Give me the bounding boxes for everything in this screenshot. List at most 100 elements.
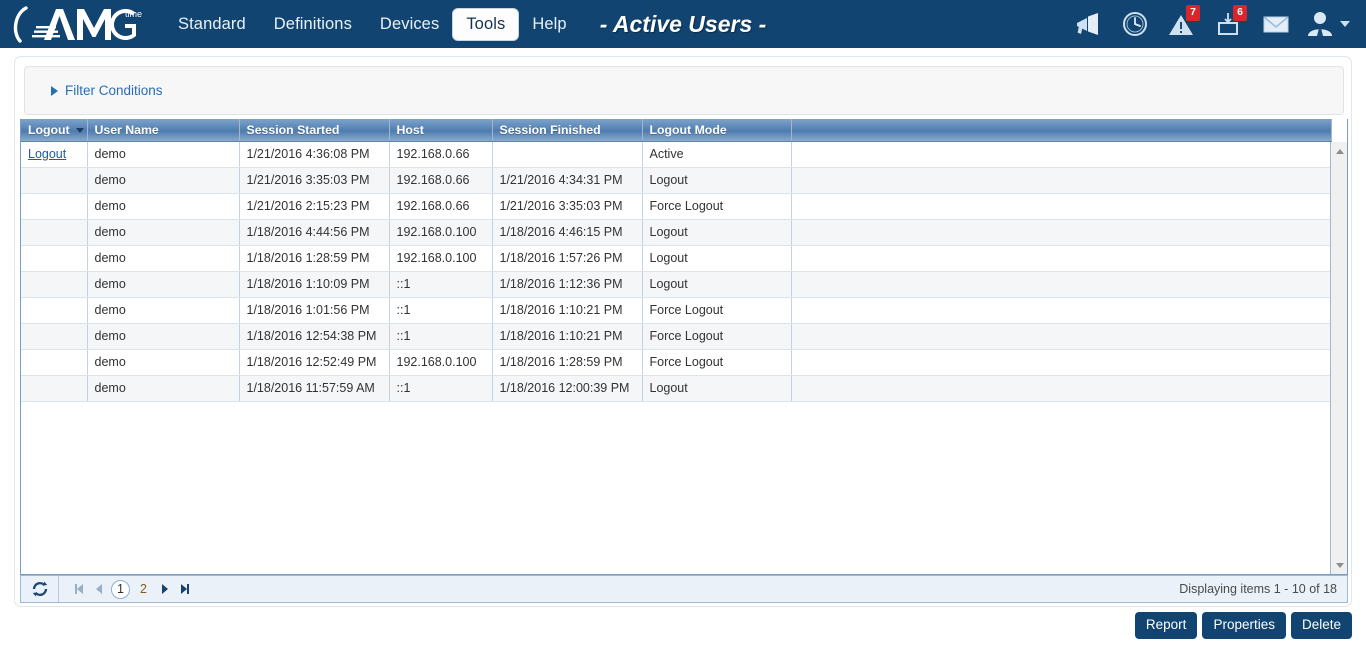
cell-filler — [791, 297, 1331, 324]
cell-filler — [791, 141, 1331, 168]
cell-logout — [21, 271, 88, 298]
cell-logout-mode: Active — [642, 141, 792, 168]
column-header-host[interactable]: Host — [389, 119, 493, 142]
cell-session-finished: 1/18/2016 1:10:21 PM — [492, 297, 643, 324]
triangle-down-icon — [1335, 562, 1344, 568]
column-header-logout[interactable]: Logout — [21, 119, 88, 142]
cell-filler — [791, 167, 1331, 194]
table-row[interactable]: demo 1/18/2016 12:52:49 PM 192.168.0.100 1/… — [21, 349, 1331, 376]
cell-filler — [791, 193, 1331, 220]
table-row[interactable]: demo 1/18/2016 1:01:56 PM::1 1/18/2016 1:1… — [21, 297, 1331, 324]
column-header-user-name[interactable]: User Name — [87, 119, 240, 142]
column-header-logout-label: Logout — [28, 122, 70, 137]
cell-host: ::1 — [389, 271, 493, 298]
pagination-controls: 1 2 — [69, 578, 195, 600]
inbox-badge: 6 — [1233, 5, 1247, 21]
cell-session-finished: 1/18/2016 12:00:39 PM — [492, 375, 643, 402]
cell-session-started: 1/21/2016 3:35:03 PM — [239, 167, 390, 194]
first-page-button[interactable] — [69, 578, 89, 600]
cell-logout-mode: Force Logout — [642, 193, 792, 220]
cell-session-finished: 1/18/2016 4:46:15 PM — [492, 219, 643, 246]
column-header-session-finished[interactable]: Session Finished — [492, 119, 643, 142]
nav-item-devices[interactable]: Devices — [366, 9, 453, 40]
cell-logout-mode: Logout — [642, 271, 792, 298]
last-page-button[interactable] — [175, 578, 195, 600]
main-navigation: Standard Definitions Devices Tools Help — [164, 8, 581, 40]
filter-conditions-toggle[interactable]: Filter Conditions — [51, 83, 163, 98]
inbox-icon[interactable]: 6 — [1207, 2, 1251, 46]
clock-icon[interactable] — [1113, 2, 1157, 46]
triangle-right-icon — [162, 584, 168, 594]
cell-logout-mode: Logout — [642, 245, 792, 272]
envelope-icon[interactable] — [1254, 2, 1298, 46]
cell-user-name: demo — [87, 271, 240, 298]
grid-scrollbar[interactable] — [1330, 142, 1347, 574]
nav-item-definitions[interactable]: Definitions — [260, 9, 366, 40]
next-page-button[interactable] — [155, 578, 175, 600]
nav-item-tools[interactable]: Tools — [453, 8, 519, 40]
column-header-filler — [791, 119, 1332, 142]
cell-session-finished: 1/21/2016 3:35:03 PM — [492, 193, 643, 220]
cell-host: 192.168.0.100 — [389, 349, 493, 376]
cell-session-started: 1/18/2016 4:44:56 PM — [239, 219, 390, 246]
report-button[interactable]: Report — [1134, 612, 1198, 640]
cell-logout — [21, 245, 88, 272]
nav-item-standard[interactable]: Standard — [164, 9, 260, 40]
warning-icon[interactable]: 7 — [1160, 2, 1204, 46]
cell-user-name: demo — [87, 323, 240, 350]
triangle-up-icon — [1335, 148, 1344, 154]
table-row[interactable]: demo 1/21/2016 2:15:23 PM 192.168.0.66 1/21… — [21, 193, 1331, 220]
triangle-right-icon — [51, 85, 58, 96]
megaphone-icon[interactable] — [1066, 2, 1110, 46]
cell-host: ::1 — [389, 297, 493, 324]
cell-session-finished: 1/21/2016 4:34:31 PM — [492, 167, 643, 194]
triangle-left-icon — [77, 584, 83, 594]
page-button-1[interactable]: 1 — [111, 579, 130, 599]
cell-logout-mode: Force Logout — [642, 323, 792, 350]
cell-host: 192.168.0.100 — [389, 219, 493, 246]
cell-session-finished: 1/18/2016 1:12:36 PM — [492, 271, 643, 298]
table-body: Logout demo 1/21/2016 4:36:08 PM 192.168.0.… — [21, 141, 1331, 402]
table-row[interactable]: demo 1/21/2016 3:35:03 PM 192.168.0.66 1/21… — [21, 167, 1331, 194]
cell-user-name: demo — [87, 193, 240, 220]
user-menu[interactable] — [1301, 10, 1358, 38]
cell-logout — [21, 375, 88, 402]
svg-text:time: time — [125, 9, 142, 19]
scroll-down-button[interactable] — [1331, 557, 1348, 573]
cell-session-finished: 1/18/2016 1:28:59 PM — [492, 349, 643, 376]
pager-status: Displaying items 1 - 10 of 18 — [1179, 582, 1337, 596]
scroll-up-button[interactable] — [1331, 143, 1348, 159]
cell-session-finished: 1/18/2016 1:57:26 PM — [492, 245, 643, 272]
delete-button[interactable]: Delete — [1290, 612, 1352, 640]
table-row[interactable]: demo 1/18/2016 1:10:09 PM::1 1/18/2016 1:1… — [21, 271, 1331, 298]
table-row[interactable]: Logout demo 1/21/2016 4:36:08 PM 192.168.0.… — [21, 141, 1331, 168]
cell-filler — [791, 375, 1331, 402]
content-panel: Filter Conditions Logout User Name Sessi… — [14, 56, 1352, 607]
column-header-logout-mode[interactable]: Logout Mode — [642, 119, 792, 142]
table-header-row: Logout User Name Session Started Host Se… — [21, 119, 1332, 142]
cell-user-name: demo — [87, 375, 240, 402]
table-row[interactable]: demo 1/18/2016 12:54:38 PM::1 1/18/2016 1:… — [21, 323, 1331, 350]
nav-item-help[interactable]: Help — [518, 9, 580, 40]
amg-time-logo[interactable]: time — [0, 0, 150, 48]
cell-logout — [21, 297, 88, 324]
table-row[interactable]: demo 1/18/2016 11:57:59 AM::1 1/18/2016 12… — [21, 375, 1331, 402]
previous-page-button[interactable] — [89, 578, 109, 600]
caret-down-icon — [75, 127, 84, 133]
cell-user-name: demo — [87, 245, 240, 272]
cell-session-finished: 1/18/2016 1:10:21 PM — [492, 323, 643, 350]
page-button-2[interactable]: 2 — [134, 580, 153, 599]
bar-icon — [187, 584, 189, 594]
table-row[interactable]: demo 1/18/2016 1:28:59 PM 192.168.0.100 1/1… — [21, 245, 1331, 272]
logout-link[interactable]: Logout — [28, 147, 66, 161]
cell-session-started: 1/18/2016 11:57:59 AM — [239, 375, 390, 402]
cell-host: 192.168.0.100 — [389, 245, 493, 272]
cell-session-finished — [492, 141, 643, 168]
properties-button[interactable]: Properties — [1202, 612, 1286, 640]
table-row[interactable]: demo 1/18/2016 4:44:56 PM 192.168.0.100 1/1… — [21, 219, 1331, 246]
column-header-session-started[interactable]: Session Started — [239, 119, 390, 142]
triangle-left-icon — [96, 584, 102, 594]
cell-logout: Logout — [21, 141, 88, 168]
cell-logout — [21, 219, 88, 246]
refresh-button[interactable] — [21, 576, 59, 602]
